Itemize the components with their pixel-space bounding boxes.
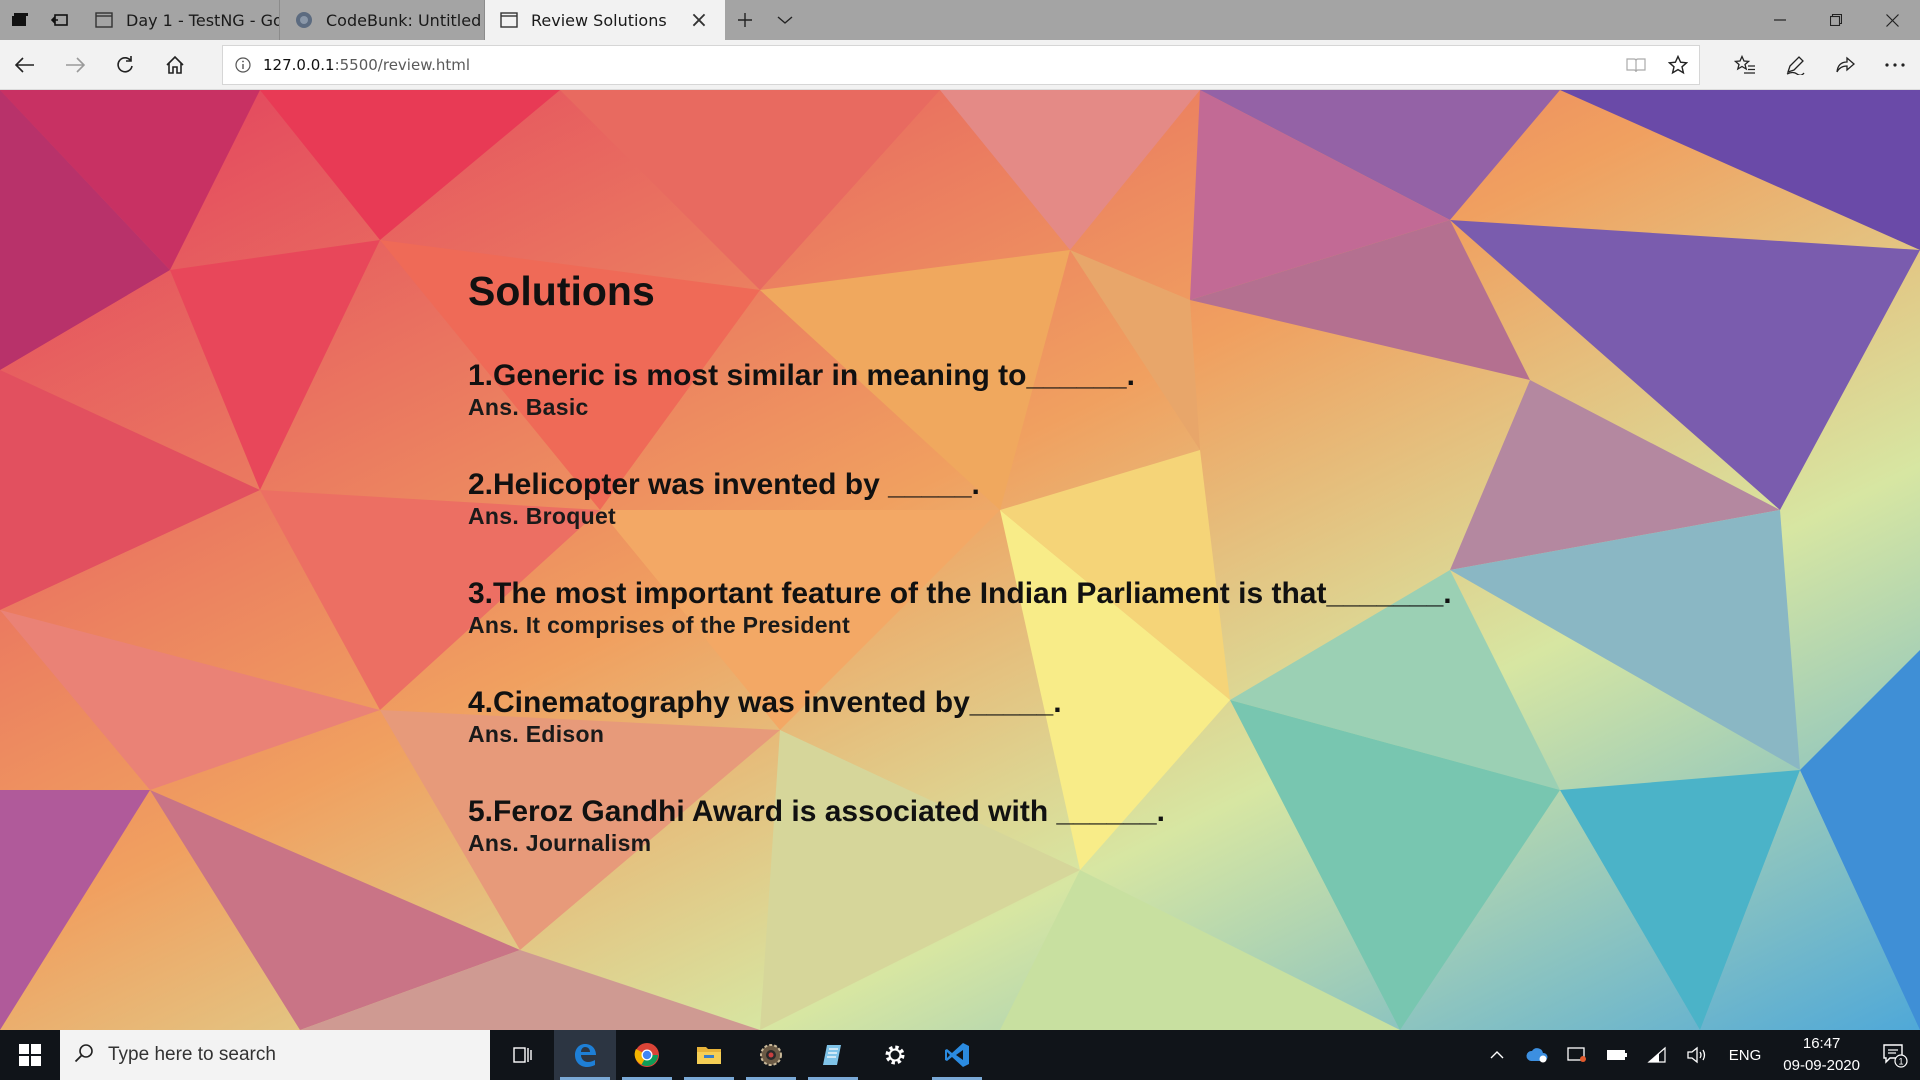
set-aside-tabs-icon[interactable] <box>0 0 40 40</box>
edge-browser-icon[interactable] <box>554 1030 616 1080</box>
tab-strip: Day 1 - TestNG - Google Dr CodeBunk: Unt… <box>0 0 1920 40</box>
search-placeholder: Type here to search <box>108 1044 276 1065</box>
system-tray: ENG 16:47 09-09-2020 1 <box>1477 1030 1920 1080</box>
qa-item: 4.Cinematography was invented by_____. A… <box>468 686 1452 748</box>
page-icon <box>499 10 519 30</box>
question-text: 5.Feroz Gandhi Award is associated with … <box>468 795 1165 828</box>
solutions-section: Solutions 1.Generic is most similar in m… <box>468 268 1452 904</box>
device-icon[interactable] <box>1557 1030 1597 1080</box>
tab-title: CodeBunk: Untitled Bunk <box>326 10 484 30</box>
favorites-hub-icon[interactable] <box>1720 40 1770 90</box>
page-icon <box>94 10 114 30</box>
web-note-pen-icon[interactable] <box>1770 40 1820 90</box>
show-hidden-icons-chevron-icon[interactable] <box>1477 1030 1517 1080</box>
clock-time: 16:47 <box>1802 1035 1841 1052</box>
new-tab-icon[interactable] <box>725 12 765 28</box>
answer-text: Ans. Journalism <box>468 830 652 856</box>
search-icon <box>74 1043 94 1067</box>
minimize-icon[interactable] <box>1752 0 1808 40</box>
battery-icon[interactable] <box>1597 1030 1637 1080</box>
navigation-bar: 127.0.0.1:5500/review.html <box>0 40 1920 90</box>
action-center-icon[interactable]: 1 <box>1870 1030 1920 1080</box>
tab-title: Review Solutions <box>531 10 667 30</box>
refresh-icon[interactable] <box>100 40 150 90</box>
input-language[interactable]: ENG <box>1717 1047 1774 1064</box>
home-icon[interactable] <box>150 40 200 90</box>
back-icon[interactable] <box>0 40 50 90</box>
question-text: 2.Helicopter was invented by _____. <box>468 468 980 501</box>
taskbar-search-box[interactable]: Type here to search <box>60 1030 490 1080</box>
task-view-icon[interactable] <box>492 1030 554 1080</box>
reading-view-icon[interactable] <box>1615 55 1657 75</box>
page-title: Solutions <box>468 268 655 314</box>
answer-text: Ans. Broquet <box>468 503 616 529</box>
close-window-icon[interactable] <box>1864 0 1920 40</box>
taskbar: Type here to search ENG 16:47 09-09-2020… <box>0 1030 1920 1080</box>
answer-text: Ans. Basic <box>468 394 589 420</box>
address-bar[interactable]: 127.0.0.1:5500/review.html <box>222 45 1700 85</box>
tab-review-solutions[interactable]: Review Solutions × <box>485 0 725 40</box>
answer-text: Ans. It comprises of the President <box>468 612 851 638</box>
volume-icon[interactable] <box>1677 1030 1717 1080</box>
chrome-icon[interactable] <box>616 1030 678 1080</box>
question-text: 4.Cinematography was invented by_____. <box>468 686 1062 719</box>
url-path: :5500/review.html <box>334 56 471 74</box>
onedrive-cloud-icon[interactable] <box>1517 1030 1557 1080</box>
question-text: 1.Generic is most similar in meaning to_… <box>468 359 1135 392</box>
codebunk-icon <box>294 10 314 30</box>
qa-item: 3.The most important feature of the Indi… <box>468 577 1452 639</box>
url-text[interactable]: 127.0.0.1:5500/review.html <box>263 56 470 74</box>
wifi-icon[interactable] <box>1637 1030 1677 1080</box>
notepad-icon[interactable] <box>802 1030 864 1080</box>
tab-title: Day 1 - TestNG - Google Dr <box>126 10 279 30</box>
file-explorer-icon[interactable] <box>678 1030 740 1080</box>
notification-count: 1 <box>1898 1057 1903 1067</box>
restore-tabs-icon[interactable] <box>40 0 80 40</box>
windows-start-icon[interactable] <box>0 1030 60 1080</box>
question-text: 3.The most important feature of the Indi… <box>468 577 1452 610</box>
tab-testng[interactable]: Day 1 - TestNG - Google Dr <box>80 0 280 40</box>
url-host: 127.0.0.1 <box>263 56 335 74</box>
vscode-icon[interactable] <box>926 1030 988 1080</box>
gear-app-icon[interactable] <box>740 1030 802 1080</box>
clock-date: 09-09-2020 <box>1783 1057 1860 1074</box>
tab-codebunk[interactable]: CodeBunk: Untitled Bunk <box>280 0 485 40</box>
qa-item: 2.Helicopter was invented by _____. Ans.… <box>468 468 1452 530</box>
restore-icon[interactable] <box>1808 0 1864 40</box>
share-icon[interactable] <box>1820 40 1870 90</box>
favorite-star-icon[interactable] <box>1657 55 1699 75</box>
more-options-icon[interactable] <box>1870 40 1920 90</box>
qa-item: 5.Feroz Gandhi Award is associated with … <box>468 795 1452 857</box>
clock[interactable]: 16:47 09-09-2020 <box>1773 1033 1870 1077</box>
forward-icon[interactable] <box>50 40 100 90</box>
qa-item: 1.Generic is most similar in meaning to_… <box>468 359 1452 421</box>
tab-preview-chevron-icon[interactable] <box>765 15 805 25</box>
page-viewport: Solutions 1.Generic is most similar in m… <box>0 90 1920 1030</box>
answer-text: Ans. Edison <box>468 721 605 747</box>
settings-gear-icon[interactable] <box>864 1030 926 1080</box>
site-info-icon[interactable] <box>223 57 263 73</box>
close-tab-icon[interactable]: × <box>687 8 711 33</box>
